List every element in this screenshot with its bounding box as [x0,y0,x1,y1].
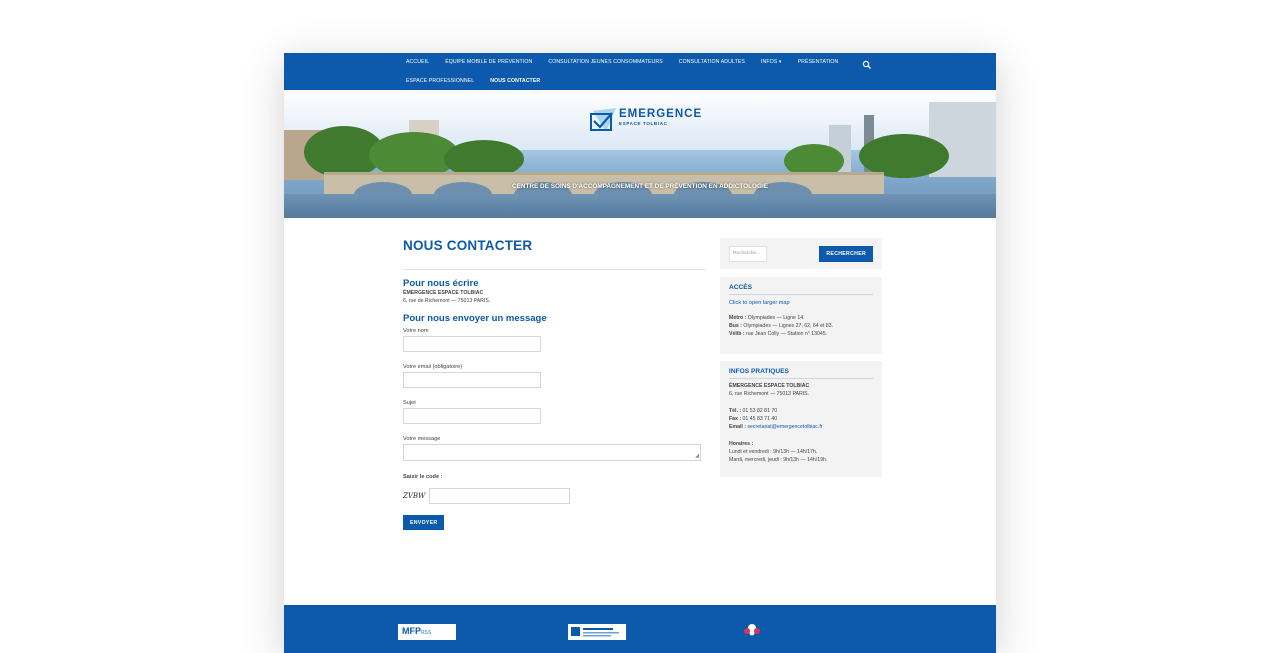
code-label: Saisir le code : [403,474,443,480]
nav-item-accueil[interactable]: ACCUEIL [406,59,429,65]
fax-line: Fax : 01 45 83 71 40 [729,415,873,423]
subject-label: Sujet [403,400,416,406]
logo-title: EMERGENCE [619,108,703,120]
velib-line: Vélib : rue Jean Colly — Station n° 1304… [729,330,873,338]
metro-value: Olympiades — Ligne 14. [746,315,805,321]
logo-subtitle: ESPACE TOLBIAC [619,121,668,126]
search-icon[interactable] [862,57,872,69]
email-input[interactable] [403,372,541,388]
nav-item-presentation[interactable]: PRÉSENTATION [798,59,839,65]
logo-text: EMERGENCE ESPACE TOLBIAC [619,108,702,126]
page-title: NOUS CONTACTER [403,238,533,253]
subject-input[interactable] [403,408,541,424]
search-widget: Recherche... RECHERCHER [720,238,882,269]
name-input[interactable] [403,336,541,352]
main-navigation: ACCUEIL ÉQUIPE MOBILE DE PRÉVENTION CONS… [284,53,996,90]
nav-item-consultation-jeunes[interactable]: CONSULTATION JEUNES CONSOMMATEURS [548,59,662,65]
search-button[interactable]: RECHERCHER [819,245,873,262]
email-label: Votre email (obligatoire) [403,364,463,370]
hours-label: Horaires : [729,441,754,447]
email-link[interactable]: secretariat@emergencetolbiac.fr [746,424,822,430]
hours-line-2: Mardi, mercredi, jeudi : 9h/13h — 14h/19… [729,457,828,463]
name-label: Votre nom [403,328,429,334]
org-name: ÉMERGENCE ESPACE TOLBIAC [403,290,484,296]
message-label: Votre message [403,436,441,442]
bus-line: Bus : Olympiades — Lignes 27, 62, 64 et … [729,322,873,330]
hours-line-1: Lundi et vendredi : 9h/13h — 14h/17h. [729,449,818,455]
resize-handle-icon[interactable]: ◢ [695,453,699,459]
bus-value: Olympiades — Lignes 27, 62, 64 et 83. [741,323,834,329]
chevron-down-icon: ▾ [778,59,782,66]
bus-label: Bus : [729,323,742,329]
org-address: 6, rue de Richemont — 75013 PARIS. [403,298,491,304]
nav-item-equipe-mobile[interactable]: ÉQUIPE MOBILE DE PRÉVENTION [445,59,532,65]
captcha-image: ZVBW [403,492,426,500]
main-content: NOUS CONTACTER Pour nous écrire ÉMERGENC… [403,238,706,530]
email-line: Email : secretariat@emergencetolbiac.fr [729,423,873,431]
submit-button[interactable]: ENVOYER [403,515,445,530]
footer: MFPRSS [284,605,996,653]
footer-logo-partner[interactable] [568,624,626,640]
message-heading: Pour nous envoyer un message [403,313,547,324]
velib-value: rue Jean Colly — Station n° 13045. [744,331,828,337]
sidebar: Recherche... RECHERCHER ACCÈS Click to o… [720,238,882,477]
infos-widget: INFOS PRATIQUES ÉMERGENCE ESPACE TOLBIAC… [720,361,882,477]
captcha-row: ZVBW [403,488,706,504]
browser-page: ACCUEIL ÉQUIPE MOBILE DE PRÉVENTION CONS… [284,53,996,653]
hero-banner: EMERGENCE ESPACE TOLBIAC CENTRE DE SOINS… [284,90,996,218]
metro-label: Métro : [729,315,747,321]
tel-value: 01 53 82 81 70 [741,408,778,414]
hero-tagline: CENTRE DE SOINS D'ACCOMPAGNEMENT ET DE P… [512,183,768,190]
map-link[interactable]: Click to open larger map [729,300,873,306]
message-textarea[interactable]: ◢ [403,444,701,461]
nav-item-nous-contacter[interactable]: NOUS CONTACTER [490,78,540,84]
infos-title: INFOS PRATIQUES [729,368,873,379]
tel-line: Tél. : 01 53 82 81 70 [729,407,873,415]
nav-row-2: ESPACE PROFESSIONNEL NOUS CONTACTER [406,72,996,91]
access-title: ACCÈS [729,284,873,295]
search-input[interactable]: Recherche... [729,245,767,262]
metro-line: Métro : Olympiades — Ligne 14. [729,314,873,322]
nav-item-infos[interactable]: INFOS ▾ [761,59,782,65]
footer-logo-emblem-icon[interactable] [740,622,764,636]
fax-value: 01 45 83 71 40 [741,416,778,422]
velib-label: Vélib : [729,331,745,337]
contact-form: Votre nom Votre email (obligatoire) Suje… [403,328,706,530]
nav-item-infos-label: INFOS [761,59,778,66]
divider [403,269,706,270]
captcha-input[interactable] [429,488,570,504]
fax-label: Fax : [729,416,742,422]
access-widget: ACCÈS Click to open larger map Métro : O… [720,277,882,354]
site-logo[interactable]: EMERGENCE ESPACE TOLBIAC [590,108,702,134]
tel-label: Tél. : [729,408,742,414]
logo-mark-icon [590,108,616,134]
write-heading: Pour nous écrire [403,278,479,289]
nav-item-espace-pro[interactable]: ESPACE PROFESSIONNEL [406,78,474,84]
sidebar-org-name: ÉMERGENCE ESPACE TOLBIAC [729,383,810,389]
footer-logo-mfp-sub: RSS [421,630,432,636]
footer-logo-mfp[interactable]: MFPRSS [398,624,456,640]
footer-logo-mfp-text: MFP [402,626,421,636]
sidebar-address: 6, rue Richemont — 75013 PARIS. [729,391,810,397]
nav-row-1: ACCUEIL ÉQUIPE MOBILE DE PRÉVENTION CONS… [406,53,996,72]
river [284,194,996,218]
email-label-side: Email : [729,424,747,430]
nav-item-consultation-adultes[interactable]: CONSULTATION ADULTES [679,59,745,65]
